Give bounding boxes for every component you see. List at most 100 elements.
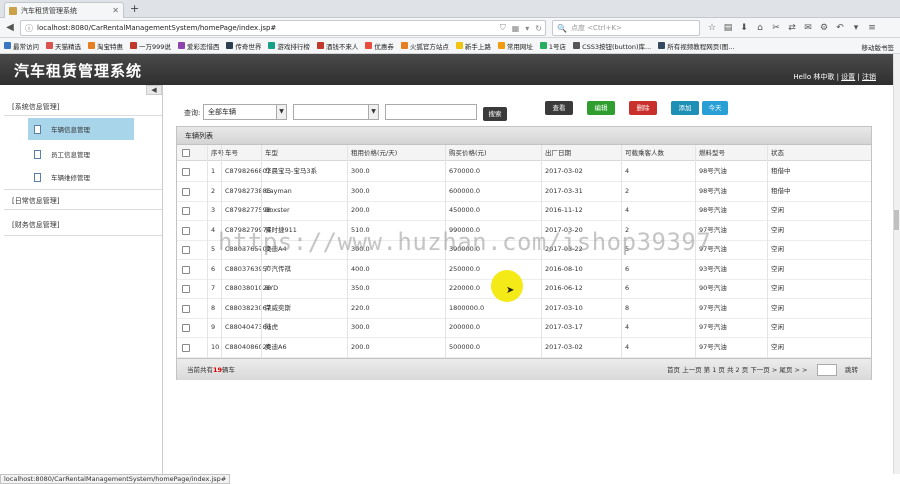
- column-header[interactable]: 购买价格(元): [445, 145, 487, 161]
- table-cell: 2016-06-12: [545, 284, 583, 292]
- qr-code-icon[interactable]: ▦: [512, 24, 520, 33]
- sidebar-item-vehicle-info[interactable]: 车辆信息管理: [28, 118, 134, 140]
- row-checkbox[interactable]: [182, 285, 190, 293]
- dropdown-icon[interactable]: ▾: [525, 24, 529, 33]
- page-jump-input[interactable]: [817, 364, 837, 376]
- bookmark-item[interactable]: 一万999说: [130, 41, 171, 51]
- column-header[interactable]: 车号: [221, 145, 238, 161]
- bookmark-item[interactable]: 所有视频教程网页(图...: [658, 41, 734, 51]
- divider: [4, 189, 162, 190]
- bookmark-icon: [4, 42, 11, 49]
- close-tab-icon[interactable]: ✕: [112, 6, 119, 15]
- row-checkbox[interactable]: [182, 343, 190, 352]
- toolbar-icons: ☆ ▤ ⬇ ⌂ ✂ ⇄ ✉ ⚙ ↶ ▾ ≡: [704, 21, 880, 35]
- shield-icon[interactable]: ⛉: [500, 23, 506, 33]
- vehicle-filter-select[interactable]: 全部车辆 ▼: [203, 104, 287, 120]
- scrollbar-thumb[interactable]: [894, 210, 899, 230]
- bookmark-star-icon[interactable]: ☆: [704, 21, 720, 35]
- settings-link[interactable]: 设置: [841, 73, 855, 81]
- delete-button[interactable]: 删除: [629, 101, 657, 115]
- column-header[interactable]: 租用价格(元/天): [347, 145, 397, 161]
- keyword-input[interactable]: [385, 104, 477, 120]
- column-header[interactable]: 状态: [767, 145, 784, 161]
- select-value: 全部车辆: [208, 108, 236, 116]
- new-tab-icon[interactable]: +: [130, 2, 139, 16]
- table-cell: 空闲: [771, 284, 784, 292]
- jump-button[interactable]: 跳转: [845, 359, 858, 381]
- bookmark-item[interactable]: 1号店: [539, 41, 566, 51]
- bookmark-item[interactable]: 淘宝特惠: [88, 41, 123, 51]
- table-cell: 广汽传祺: [265, 264, 291, 273]
- scrollbar[interactable]: [893, 54, 900, 474]
- secondary-filter-select[interactable]: ▼: [293, 104, 379, 120]
- column-header[interactable]: 可载乘客人数: [621, 145, 664, 161]
- bookmark-item[interactable]: 游戏排行榜: [268, 41, 310, 51]
- sidebar-group-finance[interactable]: [财务信息管理]: [0, 220, 162, 230]
- search-button[interactable]: 搜索: [483, 107, 507, 121]
- record-count: 当前共有19辆车: [187, 359, 235, 381]
- row-checkbox[interactable]: [182, 226, 190, 235]
- column-header[interactable]: 出厂日期: [541, 145, 571, 161]
- view-button[interactable]: 查看: [545, 101, 573, 115]
- bookmark-item[interactable]: 爱彩恋惜西: [177, 41, 219, 51]
- pagination[interactable]: 首页 上一页 第 1 页 共 2 页 下一页 > 尾页 > >: [667, 359, 807, 381]
- sidebar-group-daily[interactable]: [日常信息管理]: [0, 196, 162, 206]
- sidebar-item-vehicle-repair[interactable]: 车辆维修管理: [28, 166, 134, 188]
- column-header[interactable]: 燃料型号: [695, 145, 725, 161]
- library-icon[interactable]: ▤: [720, 21, 736, 35]
- table-cell: 空闲: [771, 245, 784, 253]
- table-cell: 450000.0: [449, 206, 481, 214]
- row-checkbox[interactable]: [182, 168, 190, 176]
- table-cell: 97号汽油: [699, 323, 727, 331]
- today-button[interactable]: 今天: [702, 101, 728, 115]
- bookmark-item[interactable]: 新手上路: [455, 41, 491, 51]
- browser-tab[interactable]: 汽车租赁管理系统 ✕: [4, 2, 124, 18]
- site-info-icon[interactable]: ⓘ: [25, 23, 33, 34]
- bookmark-item[interactable]: 优惠券: [365, 41, 394, 51]
- collapse-sidebar-button[interactable]: ◀: [146, 85, 162, 95]
- mobile-bookmarks[interactable]: 移动版书签: [862, 42, 895, 52]
- bookmark-item[interactable]: 酒钱不来人: [316, 41, 358, 51]
- bookmark-item[interactable]: 传奇世界: [226, 41, 261, 51]
- table-cell: 空闲: [771, 264, 784, 273]
- settings-icon[interactable]: ⚙: [816, 21, 832, 35]
- sidebar-group-system[interactable]: [系统信息管理]: [0, 102, 162, 112]
- table-cell: 400.0: [351, 264, 370, 273]
- sidebar-item-employee-info[interactable]: 员工信息管理: [28, 143, 134, 165]
- chat-icon[interactable]: ✉: [800, 21, 816, 35]
- row-checkbox[interactable]: [182, 304, 190, 313]
- reload-icon[interactable]: ↻: [535, 24, 542, 33]
- select-all-checkbox[interactable]: [182, 149, 190, 157]
- column-header[interactable]: 车型: [261, 145, 278, 161]
- row-checkbox[interactable]: [182, 187, 190, 196]
- screenshot-icon[interactable]: ✂: [768, 21, 784, 35]
- sync-icon[interactable]: ⇄: [784, 21, 800, 35]
- undo-icon[interactable]: ↶: [832, 21, 848, 35]
- search-input[interactable]: 🔍 点度 <Ctrl+K>: [552, 20, 700, 36]
- bookmark-item[interactable]: CSS3按钮(button)库...: [573, 41, 651, 51]
- download-icon[interactable]: ⬇: [736, 21, 752, 35]
- document-icon: [34, 172, 41, 182]
- home-icon[interactable]: ⌂: [752, 21, 768, 35]
- bookmark-item[interactable]: 天猫精选: [46, 41, 81, 51]
- bookmark-item[interactable]: 火狐官方站点: [400, 41, 449, 51]
- menu-icon[interactable]: ≡: [864, 21, 880, 35]
- row-checkbox[interactable]: [182, 207, 190, 215]
- row-checkbox[interactable]: [182, 246, 190, 254]
- bookmark-item[interactable]: 常用网址: [497, 41, 533, 51]
- back-icon[interactable]: ◀: [3, 21, 17, 35]
- bookmark-icon: [455, 42, 463, 49]
- row-checkbox[interactable]: [182, 324, 190, 332]
- search-engine-icon[interactable]: 🔍: [557, 24, 567, 33]
- more-icon[interactable]: ▾: [848, 21, 864, 35]
- address-bar[interactable]: ⓘ localhost:8080/CarRentalManagementSyst…: [20, 20, 546, 36]
- table-cell: 2: [625, 186, 630, 195]
- table-cell: 4: [625, 167, 630, 175]
- logout-link[interactable]: 注销: [862, 73, 876, 81]
- table-cell: 空闲: [771, 303, 784, 312]
- bookmark-item[interactable]: 最常访问: [4, 41, 39, 51]
- add-button[interactable]: 添加: [671, 101, 699, 115]
- table-cell: 200.0: [351, 342, 370, 351]
- edit-button[interactable]: 编辑: [587, 101, 615, 115]
- row-checkbox[interactable]: [182, 265, 190, 274]
